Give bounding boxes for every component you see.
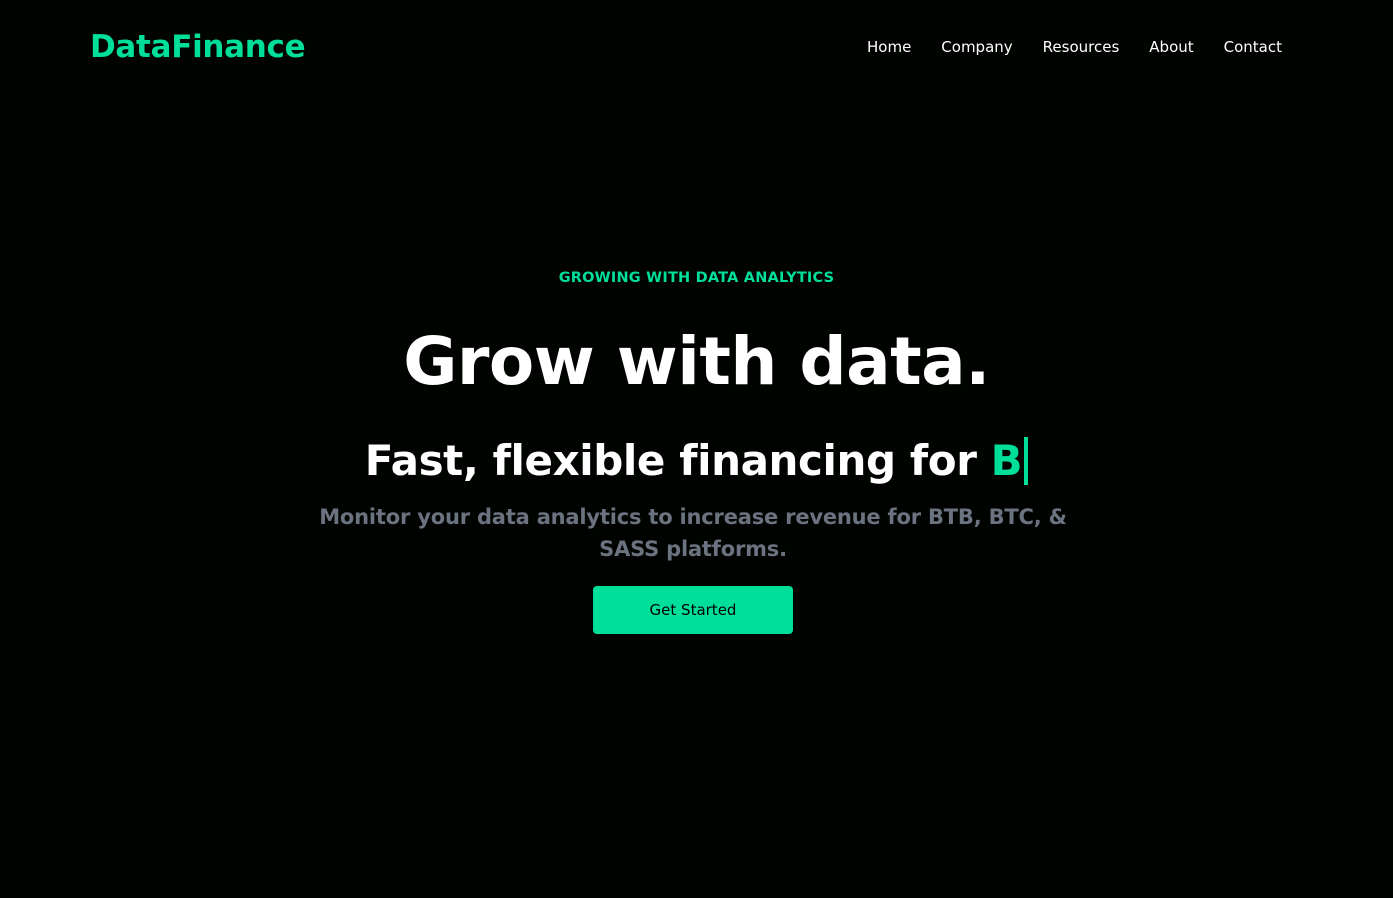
nav-item-company[interactable]: Company [926,36,1027,58]
nav-item-about[interactable]: About [1134,36,1208,58]
hero-subhead: Fast, flexible financing for B [0,430,1393,492]
typing-cursor [1024,437,1029,485]
typed-text: B [990,436,1023,485]
nav-item-resources[interactable]: Resources [1028,36,1135,58]
brand-logo[interactable]: DataFinance [90,26,306,68]
nav-item-home[interactable]: Home [852,36,926,58]
hero-headline: Grow with data. [403,323,990,400]
navbar: DataFinance Home Company Resources About… [0,0,1393,96]
subhead-prefix: Fast, flexible financing for [364,436,977,485]
hero-eyebrow: GROWING WITH DATA ANALYTICS [558,270,835,286]
nav-menu: Home Company Resources About Contact [852,36,1297,58]
get-started-button[interactable]: Get Started [593,586,793,634]
nav-item-contact[interactable]: Contact [1209,36,1297,58]
hero-description: Monitor your data analytics to increase … [319,505,1067,561]
